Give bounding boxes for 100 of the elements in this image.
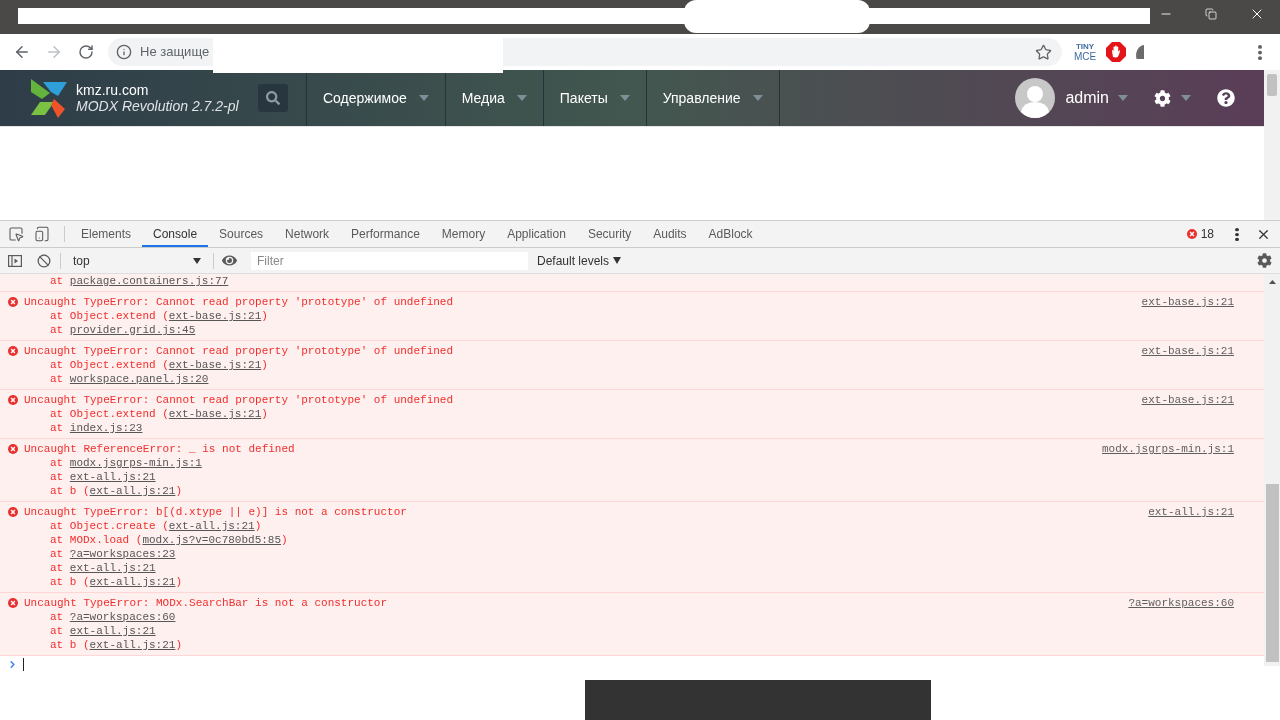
error-text: Uncaught TypeError: MODx.SearchBar is not a constructor xyxy=(24,596,388,610)
source-link[interactable]: ext-base.js:21 xyxy=(1141,344,1234,358)
caret-icon xyxy=(1118,95,1128,101)
version-label: MODX Revolution 2.7.2-pl xyxy=(76,97,239,115)
stack-trace-line: at b (ext-all.js:21) xyxy=(49,484,183,498)
stop-hand-icon[interactable] xyxy=(1106,42,1126,62)
source-link[interactable]: ext-base.js:21 xyxy=(168,359,262,371)
source-link[interactable]: ext-all.js:21 xyxy=(89,639,176,651)
devtools-tab[interactable]: Application xyxy=(496,221,577,247)
bookmark-star-icon[interactable] xyxy=(1035,43,1052,61)
source-link[interactable]: ext-base.js:21 xyxy=(1141,393,1234,407)
source-link[interactable]: modx.jsgrps-min.js:1 xyxy=(1101,442,1234,456)
error-text: Uncaught TypeError: b[(d.xtype || e)] is not a constructor xyxy=(24,505,407,519)
levels-dropdown[interactable]: Default levels xyxy=(537,251,622,270)
extension-button[interactable]: TINY MCE xyxy=(1073,41,1097,63)
source-link[interactable]: package.containers.js:77 xyxy=(69,275,229,287)
source-link[interactable]: workspace.panel.js:20 xyxy=(69,373,209,385)
scroll-up-arrow-icon[interactable] xyxy=(1268,280,1276,284)
stack-trace-line: at Object.extend (ext-base.js:21) xyxy=(49,407,268,421)
clear-console-icon[interactable] xyxy=(37,253,51,268)
stack-trace-line: at b (ext-all.js:21) xyxy=(49,575,183,589)
error-count-button[interactable]: 18 xyxy=(1186,225,1214,243)
caret-icon xyxy=(418,95,429,101)
eye-icon[interactable] xyxy=(222,253,237,268)
stack-trace-line: at modx.jsgrps-min.js:1 xyxy=(49,456,202,470)
stack-trace-line: at package.containers.js:77 xyxy=(49,274,229,288)
caret-icon xyxy=(619,95,630,101)
caret-icon xyxy=(613,257,622,264)
devtools-tab[interactable]: Security xyxy=(576,221,643,247)
error-icon xyxy=(1186,229,1197,239)
stack-trace-line: at index.js:23 xyxy=(49,421,143,435)
error-icon xyxy=(8,444,18,454)
search-button[interactable] xyxy=(258,84,288,112)
menu-icon xyxy=(1235,227,1239,241)
source-link[interactable]: ext-all.js:21 xyxy=(69,562,156,574)
devtools-tab[interactable]: AdBlock xyxy=(697,221,764,247)
source-link[interactable]: ext-all.js:21 xyxy=(69,625,156,637)
error-icon xyxy=(8,598,18,608)
console-scrollbar[interactable] xyxy=(1264,274,1280,666)
devtools-tab[interactable]: Network xyxy=(274,221,341,247)
scrollbar-thumb[interactable] xyxy=(1265,484,1279,662)
info-icon[interactable] xyxy=(116,44,132,60)
devtools-tab[interactable]: Sources xyxy=(208,221,275,247)
source-link[interactable]: modx.js?v=0c780bd5:85 xyxy=(142,534,282,546)
error-icon xyxy=(8,507,18,517)
search-icon xyxy=(266,91,280,105)
source-link[interactable]: ?a=workspaces:60 xyxy=(69,611,176,623)
stack-trace-line: at b (ext-all.js:21) xyxy=(49,638,183,652)
restore-icon xyxy=(1205,8,1217,20)
error-text: Uncaught TypeError: Cannot read property 'prototype' of undefined xyxy=(24,295,454,309)
security-label: Не защище xyxy=(140,43,210,62)
filter-field[interactable]: Filter xyxy=(251,251,528,270)
caret-icon xyxy=(1181,95,1191,101)
source-link[interactable]: provider.grid.js:45 xyxy=(69,324,196,336)
devtools-tab[interactable]: Audits xyxy=(642,221,698,247)
source-link[interactable]: ext-all.js:21 xyxy=(89,485,176,497)
stack-trace-line: at ?a=workspaces:23 xyxy=(49,547,176,561)
source-link[interactable]: ?a=workspaces:60 xyxy=(1128,596,1234,610)
page-scrollbar[interactable] xyxy=(1264,70,1280,220)
devtools-tab[interactable]: Elements xyxy=(70,221,143,247)
device-toolbar-icon[interactable] xyxy=(34,226,50,242)
source-link[interactable]: ?a=workspaces:23 xyxy=(69,548,176,560)
error-text: Uncaught ReferenceError: _ is not defined xyxy=(24,442,295,456)
avatar-icon[interactable] xyxy=(1015,78,1056,118)
source-link[interactable]: ext-all.js:21 xyxy=(168,520,255,532)
help-icon[interactable] xyxy=(1217,89,1235,107)
settings-icon[interactable] xyxy=(1257,253,1272,268)
error-icon xyxy=(8,297,18,307)
stack-trace-line: at provider.grid.js:45 xyxy=(49,323,196,337)
source-link[interactable]: ext-base.js:21 xyxy=(1141,295,1234,309)
source-link[interactable]: ext-all.js:21 xyxy=(89,576,176,588)
stack-trace-line: at ext-all.js:21 xyxy=(49,624,156,638)
source-link[interactable]: ext-all.js:21 xyxy=(69,471,156,483)
inspect-icon[interactable] xyxy=(8,226,24,242)
stack-trace-line: at ext-all.js:21 xyxy=(49,561,156,575)
source-link[interactable]: ext-base.js:21 xyxy=(168,310,262,322)
settings-button[interactable] xyxy=(1154,89,1191,107)
devtools-tab[interactable]: Memory xyxy=(430,221,497,247)
site-name[interactable]: kmz.ru.com xyxy=(76,81,239,98)
context-select[interactable]: top xyxy=(67,250,205,271)
user-menu-button[interactable]: admin xyxy=(1065,86,1128,110)
stack-trace-line: at Object.extend (ext-base.js:21) xyxy=(49,358,268,372)
caret-icon xyxy=(516,95,527,101)
prompt-icon xyxy=(7,658,18,670)
devtools-tab[interactable]: Performance xyxy=(340,221,431,247)
sidebar-toggle-icon[interactable] xyxy=(8,254,22,267)
source-link[interactable]: ext-all.js:21 xyxy=(1148,505,1234,519)
reload-icon xyxy=(78,44,94,60)
source-link[interactable]: index.js:23 xyxy=(69,422,143,434)
extension-icon[interactable] xyxy=(1135,44,1144,60)
stack-trace-line: at workspace.panel.js:20 xyxy=(49,372,209,386)
error-text: Uncaught TypeError: Cannot read property 'prototype' of undefined xyxy=(24,344,454,358)
scrollbar-thumb[interactable] xyxy=(1267,74,1277,96)
caret-icon xyxy=(752,95,763,101)
stack-trace-line: at Object.create (ext-all.js:21) xyxy=(49,519,262,533)
source-link[interactable]: modx.jsgrps-min.js:1 xyxy=(69,457,202,469)
stack-trace-line: at ext-all.js:21 xyxy=(49,470,156,484)
error-icon xyxy=(8,346,18,356)
settings-icon xyxy=(1154,89,1171,107)
source-link[interactable]: ext-base.js:21 xyxy=(168,408,262,420)
